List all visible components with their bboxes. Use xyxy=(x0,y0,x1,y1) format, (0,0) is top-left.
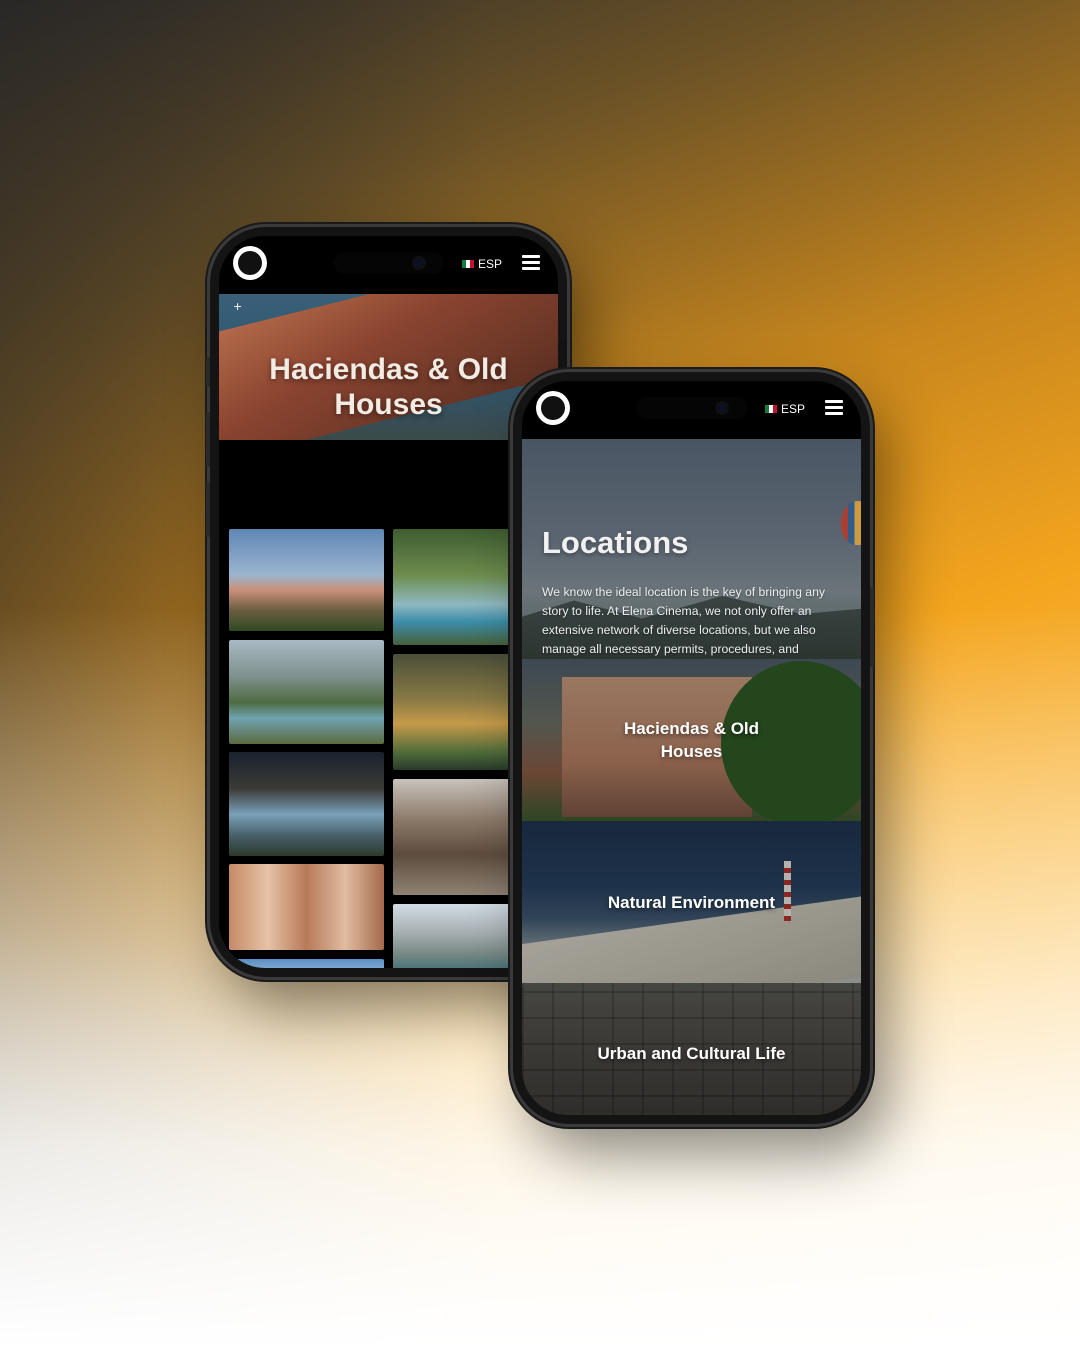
gallery-image[interactable] xyxy=(393,904,523,968)
phone-side-button xyxy=(206,412,210,467)
locations-hero: Locations We know the ideal location is … xyxy=(522,439,861,694)
gallery-image[interactable] xyxy=(229,864,384,950)
top-navigation: ESP xyxy=(219,236,558,294)
mexico-flag-icon xyxy=(764,405,777,413)
phone-screen: ESP + Haciendas & Old Houses xyxy=(219,236,558,968)
phone-screen: ESP Locations We know the ideal location… xyxy=(522,381,861,1115)
gallery-image[interactable] xyxy=(393,779,523,895)
hamburger-menu-icon[interactable] xyxy=(825,400,843,415)
category-card-urban[interactable]: Urban and Cultural Life xyxy=(522,983,861,1115)
gallery-image[interactable] xyxy=(393,529,523,645)
hero-banner: + Haciendas & Old Houses xyxy=(219,294,558,440)
phone-mockup-locations: ESP Locations We know the ideal location… xyxy=(513,372,874,1124)
phone-side-button xyxy=(206,357,210,387)
phone-side-button xyxy=(870,587,874,667)
expand-icon[interactable]: + xyxy=(233,300,242,313)
gallery-image[interactable] xyxy=(393,654,523,770)
elena-cinema-logo-icon[interactable] xyxy=(233,246,267,280)
category-label: Urban and Cultural Life xyxy=(597,1043,786,1063)
page-title: Locations xyxy=(542,525,689,560)
category-card-natural[interactable]: Natural Environment xyxy=(522,821,861,983)
gallery-image[interactable] xyxy=(229,529,384,631)
language-label: ESP xyxy=(780,402,805,416)
top-navigation: ESP xyxy=(522,381,861,439)
language-label: ESP xyxy=(477,257,502,271)
language-switch[interactable]: ESP xyxy=(764,402,805,416)
phone-side-button xyxy=(206,482,210,537)
gallery-image[interactable] xyxy=(229,959,384,968)
mexico-flag-icon xyxy=(461,260,474,268)
category-label: Haciendas & Old Houses xyxy=(623,719,760,761)
dynamic-island xyxy=(636,397,747,419)
page-title: Haciendas & Old Houses xyxy=(269,353,508,421)
gallery-image[interactable] xyxy=(229,640,384,744)
elena-cinema-logo-icon[interactable] xyxy=(536,391,570,425)
gallery-image[interactable] xyxy=(229,752,384,856)
dynamic-island xyxy=(333,252,444,274)
category-label: Natural Environment xyxy=(607,892,776,912)
hot-air-balloon-image xyxy=(841,501,861,545)
language-switch[interactable]: ESP xyxy=(461,257,502,271)
category-card-haciendas[interactable]: Haciendas & Old Houses xyxy=(522,659,861,821)
hamburger-menu-icon[interactable] xyxy=(522,255,540,270)
